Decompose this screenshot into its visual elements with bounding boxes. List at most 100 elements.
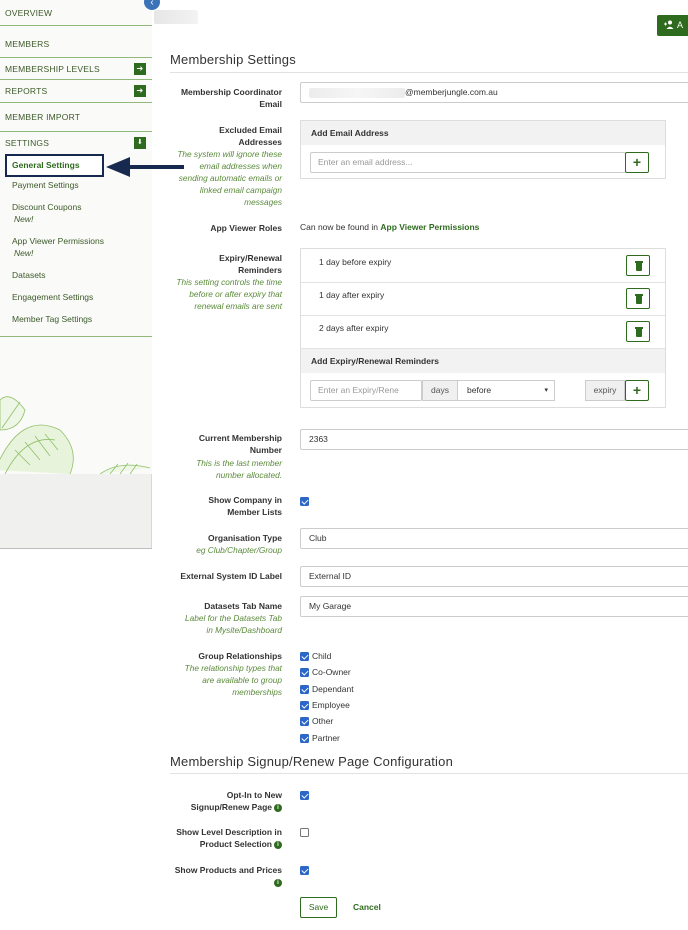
add-member-button[interactable]: A xyxy=(657,15,688,36)
sidebar-item-membership-levels[interactable]: MEMBERSHIP LEVELS ➔ xyxy=(0,58,152,80)
reminders-label: Expiry/Renewal Reminders xyxy=(219,253,282,275)
datasets-tab-field[interactable]: My Garage xyxy=(300,596,688,617)
level-description-checkbox[interactable] xyxy=(300,828,309,837)
cancel-link[interactable]: Cancel xyxy=(353,902,381,912)
datasets-tab-help: Label for the Datasets Tab in Mysite/Das… xyxy=(184,613,282,635)
add-excluded-email-button[interactable]: + xyxy=(625,152,649,173)
sidebar-item-label: MEMBER IMPORT xyxy=(5,112,81,122)
section-divider xyxy=(170,773,688,774)
sidebar-subitem-general-settings[interactable]: General Settings xyxy=(5,154,104,177)
opt-in-label: Opt-In to New Signup/Renew Page i xyxy=(172,789,282,813)
sidebar-item-label: OVERVIEW xyxy=(5,7,53,18)
add-button-label: A xyxy=(677,20,684,30)
relationship-label: Employee xyxy=(312,700,350,710)
reminder-text: 1 day before expiry xyxy=(319,257,392,267)
sidebar-subitem-member-tag-settings[interactable]: Member Tag Settings xyxy=(12,314,92,324)
panel-title: Add Email Address xyxy=(301,121,665,145)
app-viewer-roles-note: Can now be found in App Viewer Permissio… xyxy=(300,222,479,232)
relationship-checkbox[interactable] xyxy=(300,717,309,726)
level-description-label-text: Show Level Description in Product Select… xyxy=(176,827,282,849)
note-text: Can now be found in xyxy=(300,222,378,232)
external-id-label: External System ID Label xyxy=(180,571,282,581)
reminder-days-input[interactable]: Enter an Expiry/Rene xyxy=(310,380,422,401)
excluded-email-input[interactable]: Enter an email address... xyxy=(310,152,626,173)
info-icon[interactable]: i xyxy=(274,803,282,812)
add-reminder-button[interactable]: + xyxy=(625,380,649,401)
relationship-checkbox[interactable] xyxy=(300,701,309,710)
relationship-checkbox[interactable] xyxy=(300,652,309,661)
products-prices-checkbox[interactable] xyxy=(300,866,309,875)
reminder-row: 1 day before expiry xyxy=(301,249,665,283)
delete-reminder-button[interactable] xyxy=(626,255,650,276)
relationship-label: Co-Owner xyxy=(312,667,351,677)
app-viewer-roles-label: App Viewer Roles xyxy=(210,223,282,233)
reminders-help: This setting controls the time before or… xyxy=(176,277,282,311)
relationship-checkbox[interactable] xyxy=(300,734,309,743)
sidebar-subitem-engagement-settings[interactable]: Engagement Settings xyxy=(12,292,93,302)
relationship-label: Partner xyxy=(312,733,340,743)
current-number-label: Current Membership Number xyxy=(198,433,282,455)
chevron-down-icon: ▾ xyxy=(544,387,548,394)
group-relationships-label: Group Relationships xyxy=(198,651,282,661)
opt-in-checkbox[interactable] xyxy=(300,791,309,800)
section-title-membership-settings: Membership Settings xyxy=(170,52,296,67)
delete-reminder-button[interactable] xyxy=(626,288,650,309)
current-number-help: This is the last member number allocated… xyxy=(196,458,282,480)
info-icon[interactable]: i xyxy=(274,878,282,887)
reminder-row: 1 day after expiry xyxy=(301,282,665,316)
email-domain: @memberjungle.com.au xyxy=(405,87,498,97)
sidebar-subitem-datasets[interactable]: Datasets xyxy=(12,270,46,280)
expand-arrow-icon[interactable]: ➔ xyxy=(134,62,146,75)
sidebar-subitem-app-viewer-permissions[interactable]: App Viewer Permissions xyxy=(12,236,104,246)
relationship-checkbox[interactable] xyxy=(300,668,309,677)
sidebar-item-members[interactable]: MEMBERS xyxy=(0,30,152,58)
reminder-text: 1 day after expiry xyxy=(319,290,385,300)
show-company-label: Show Company in Member Lists xyxy=(208,495,282,517)
sidebar-item-member-import[interactable]: MEMBER IMPORT xyxy=(0,103,152,132)
new-badge: New! xyxy=(14,214,34,224)
new-badge: New! xyxy=(14,248,34,258)
expiry-addon: expiry xyxy=(585,380,625,401)
org-type-label: Organisation Type xyxy=(208,533,282,543)
relationship-checkbox[interactable] xyxy=(300,685,309,694)
products-prices-label-text: Show Products and Prices xyxy=(174,865,282,875)
before-after-select[interactable]: before ▾ xyxy=(457,380,555,401)
sidebar-item-label: MEMBERS xyxy=(5,38,50,49)
delete-reminder-button[interactable] xyxy=(626,321,650,342)
sidebar-lower-area xyxy=(0,548,152,930)
datasets-tab-label: Datasets Tab Name xyxy=(204,601,282,611)
info-icon[interactable]: i xyxy=(274,840,282,849)
sidebar: OVERVIEW MEMBERS MEMBERSHIP LEVELS ➔ REP… xyxy=(0,0,152,930)
external-id-field[interactable]: External ID xyxy=(300,566,688,587)
expand-arrow-icon[interactable]: ➔ xyxy=(134,85,146,97)
org-type-help: eg Club/Chapter/Group xyxy=(196,545,282,555)
sidebar-item-label: MEMBERSHIP LEVELS xyxy=(5,63,100,74)
sidebar-item-reports[interactable]: REPORTS ➔ xyxy=(0,80,152,103)
products-prices-label: Show Products and Prices i xyxy=(164,864,282,888)
redacted-email-local-part xyxy=(309,87,405,98)
section-title-signup-config: Membership Signup/Renew Page Configurati… xyxy=(170,754,454,769)
show-company-checkbox[interactable] xyxy=(300,497,309,506)
sidebar-item-settings[interactable]: SETTINGS ⬇ xyxy=(0,132,152,153)
opt-in-label-text: Opt-In to New Signup/Renew Page xyxy=(190,790,282,812)
collapse-sidebar-icon[interactable]: ‹ xyxy=(144,0,160,10)
sidebar-item-label: REPORTS xyxy=(5,86,48,96)
relationship-label: Dependant xyxy=(312,684,354,694)
reminder-row: 2 days after expiry xyxy=(301,315,665,349)
level-description-label: Show Level Description in Product Select… xyxy=(164,826,282,850)
sidebar-subitem-payment-settings[interactable]: Payment Settings xyxy=(12,180,79,190)
sidebar-item-overview[interactable]: OVERVIEW xyxy=(0,0,152,26)
app-viewer-permissions-link[interactable]: App Viewer Permissions xyxy=(380,222,479,232)
current-number-field[interactable]: 2363 xyxy=(300,429,688,450)
section-divider xyxy=(170,72,688,73)
save-button[interactable]: Save xyxy=(300,897,337,918)
sidebar-subitem-discount-coupons[interactable]: Discount Coupons xyxy=(12,202,81,212)
group-relationships-help: The relationship types that are availabl… xyxy=(184,663,282,697)
org-type-field[interactable]: Club xyxy=(300,528,688,549)
excluded-emails-label: Excluded Email Addresses xyxy=(219,125,282,147)
collapse-arrow-icon[interactable]: ⬇ xyxy=(134,136,146,149)
coordinator-email-field[interactable]: @memberjungle.com.au xyxy=(300,82,688,103)
leaf-decoration xyxy=(0,390,152,474)
excluded-emails-help: The system will ignore these email addre… xyxy=(177,149,282,207)
reminders-panel: 1 day before expiry 1 day after expiry 2… xyxy=(300,248,666,408)
